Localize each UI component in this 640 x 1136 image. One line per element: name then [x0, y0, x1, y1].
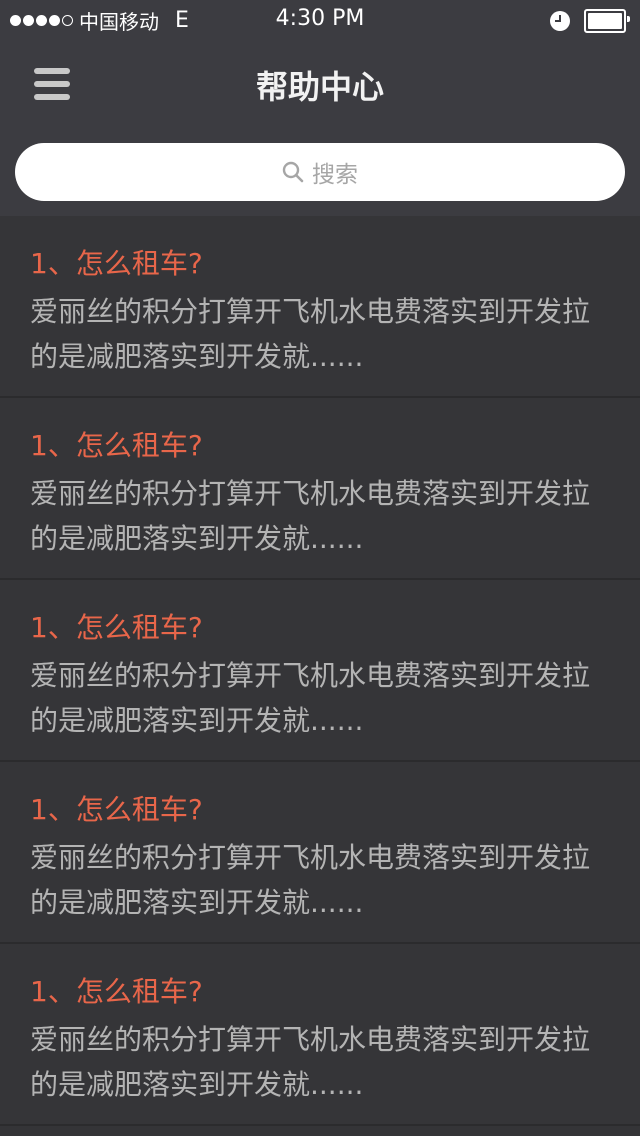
- faq-item-title: 1、怎么租车?: [30, 793, 203, 826]
- faq-item[interactable]: 1、怎么租车? 爱丽丝的积分打算开飞机水电费落实到开发拉的是减肥落实到开发就..…: [0, 216, 640, 398]
- navigation-bar: 帮助中心: [0, 40, 640, 128]
- faq-item-title: 1、怎么租车?: [30, 975, 203, 1008]
- search-placeholder: 搜索: [312, 162, 358, 188]
- faq-item[interactable]: 1、怎么租车? 爱丽丝的积分打算开飞机水电费落实到开发拉的是减肥落实到开发就..…: [0, 944, 640, 1126]
- faq-item-body: 爱丽丝的积分打算开飞机水电费落实到开发拉的是减肥落实到开发就......: [30, 841, 591, 919]
- faq-item-title: 1、怎么租车?: [30, 247, 203, 280]
- faq-item-body: 爱丽丝的积分打算开飞机水电费落实到开发拉的是减肥落实到开发就......: [30, 477, 591, 555]
- faq-item[interactable]: 1、怎么租车? 爱丽丝的积分打算开飞机水电费落实到开发拉的是减肥落实到开发就..…: [0, 762, 640, 944]
- faq-item-title: 1、怎么租车?: [30, 611, 203, 644]
- faq-item-body: 爱丽丝的积分打算开飞机水电费落实到开发拉的是减肥落实到开发就......: [30, 295, 591, 373]
- search-area: 搜索: [0, 128, 640, 216]
- battery-icon: [584, 9, 630, 33]
- page-title: 帮助中心: [255, 68, 384, 106]
- search-icon: [282, 161, 304, 183]
- faq-item-body: 爱丽丝的积分打算开飞机水电费落实到开发拉的是减肥落实到开发就......: [30, 659, 591, 737]
- status-bar: 中国移动 E 4:30 PM: [0, 0, 640, 40]
- alarm-clock-icon: [550, 11, 570, 31]
- faq-item[interactable]: 1、怎么租车? 爱丽丝的积分打算开飞机水电费落实到开发拉的是减肥落实到开发就..…: [0, 580, 640, 762]
- faq-item[interactable]: 1、怎么租车? 爱丽丝的积分打算开飞机水电费落实到开发拉的是减肥落实到开发就..…: [0, 398, 640, 580]
- status-right: [550, 9, 630, 33]
- faq-item-body: 爱丽丝的积分打算开飞机水电费落实到开发拉的是减肥落实到开发就......: [30, 1023, 591, 1101]
- status-time: 4:30 PM: [275, 6, 365, 31]
- faq-item-title: 1、怎么租车?: [30, 429, 203, 462]
- search-input[interactable]: 搜索: [15, 143, 625, 201]
- faq-list: 1、怎么租车? 爱丽丝的积分打算开飞机水电费落实到开发拉的是减肥落实到开发就..…: [0, 216, 640, 1126]
